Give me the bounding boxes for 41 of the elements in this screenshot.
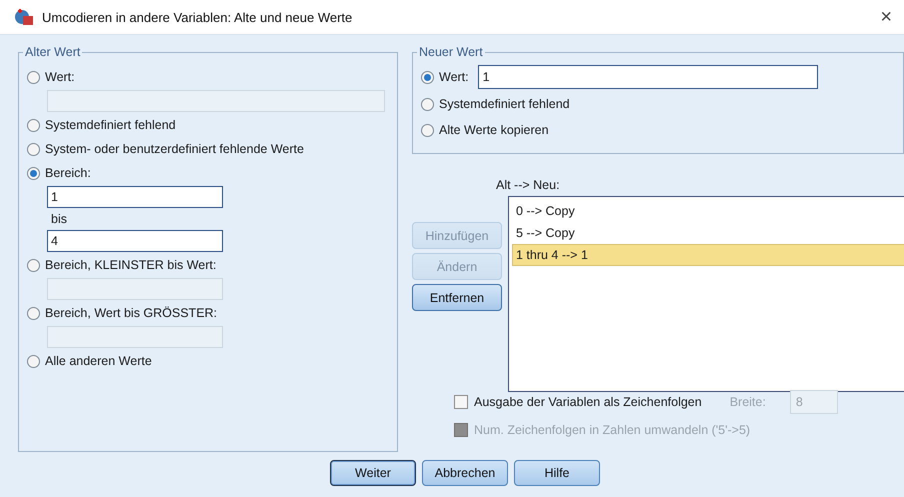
radio-button[interactable] <box>421 98 434 110</box>
radio-label: Bereich: <box>45 166 91 180</box>
radio-label: System- oder benutzerdefiniert fehlende Werte <box>45 142 304 156</box>
input-field[interactable]: 4 <box>47 230 223 252</box>
list-label: Alt --> Neu: <box>496 177 561 194</box>
dialog-button[interactable]: Hilfe <box>514 460 600 486</box>
app-icon <box>14 8 34 26</box>
radio-label: Alle anderen Werte <box>45 354 152 368</box>
window-title: Umcodieren in andere Variablen: Alte und neue Werte <box>42 10 354 24</box>
radio-button[interactable] <box>421 70 434 84</box>
radio-button[interactable] <box>27 258 40 272</box>
radio-button[interactable] <box>27 354 40 368</box>
width-label: Breite: <box>730 395 766 409</box>
radio-button[interactable] <box>27 70 40 84</box>
checkbox-label: Ausgabe der Variablen als Zeichenfolgen <box>474 395 702 409</box>
radio-button[interactable] <box>27 118 40 132</box>
radio-label: Bereich, KLEINSTER bis Wert: <box>45 258 216 272</box>
list-item[interactable]: 0 --> Copy <box>512 200 904 222</box>
close-button[interactable]: × <box>878 6 894 28</box>
checkbox-label: Num. Zeichenfolgen in Zahlen umwandeln ('5'->5) <box>474 423 750 437</box>
radio-button[interactable] <box>27 166 40 180</box>
list-item[interactable]: 1 thru 4 --> 1 <box>512 244 904 266</box>
radio-label: Bereich, Wert bis GRÖSSTER: <box>45 306 218 320</box>
dialog-button[interactable]: Weiter <box>330 460 416 486</box>
radio-button[interactable] <box>27 142 40 156</box>
dialog-button[interactable]: Abbrechen <box>422 460 508 486</box>
radio-label: Alte Werte kopieren <box>439 123 549 137</box>
radio-label: Systemdefiniert fehlend <box>45 118 176 132</box>
radio-button[interactable] <box>27 306 40 320</box>
list-item[interactable]: 5 --> Copy <box>512 222 904 244</box>
radio-button[interactable] <box>421 124 434 136</box>
radio-label: Wert: <box>45 70 75 84</box>
group-title: Alter Wert <box>23 45 82 59</box>
action-button[interactable]: Entfernen <box>412 284 502 311</box>
field-label: bis <box>51 212 67 226</box>
radio-label: Wert: <box>439 70 469 84</box>
checkbox[interactable] <box>454 395 468 409</box>
input-field[interactable]: 1 <box>47 186 223 208</box>
input-field[interactable]: 1 <box>478 65 818 89</box>
radio-label: Systemdefiniert fehlend <box>439 97 570 111</box>
group-title: Neuer Wert <box>417 45 485 59</box>
